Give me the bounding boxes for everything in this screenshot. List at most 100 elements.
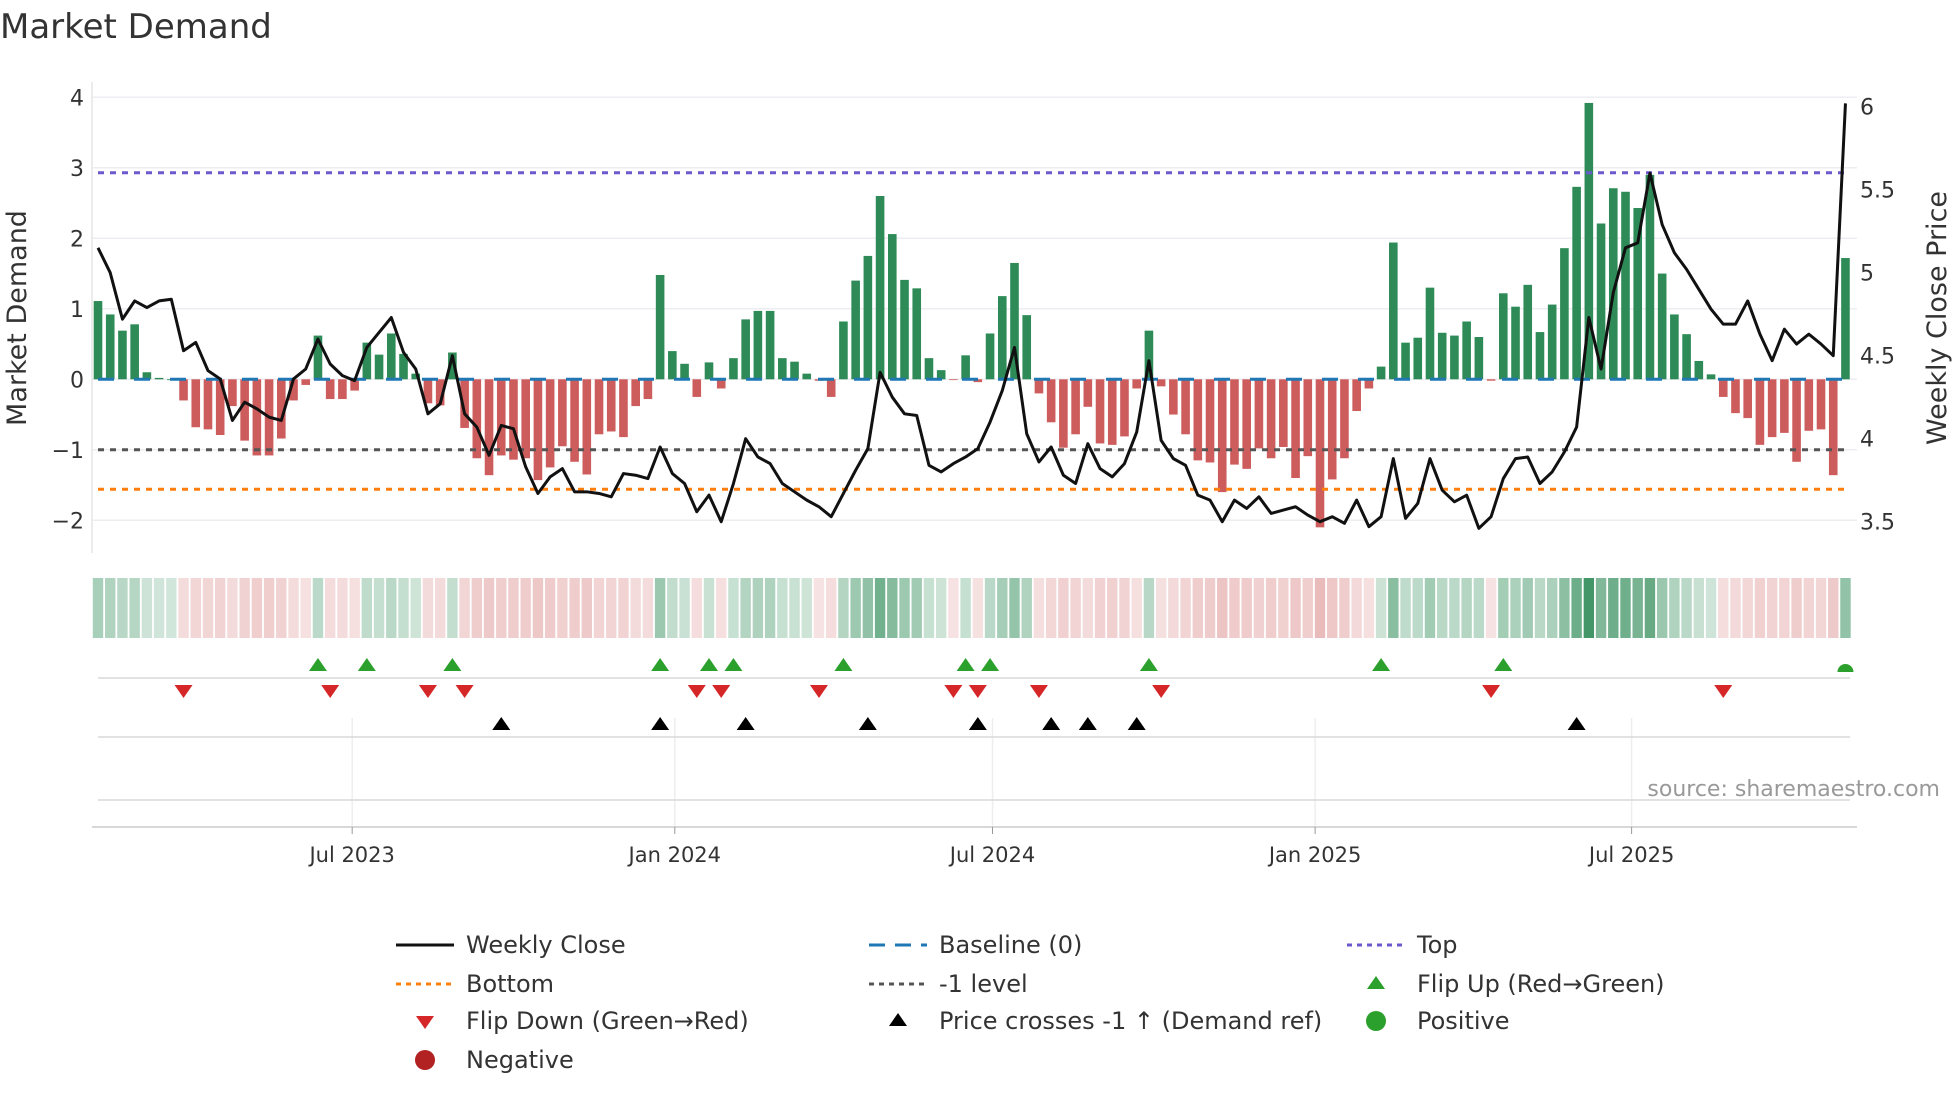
demand-bar (949, 379, 958, 381)
flip-up-marker (834, 658, 853, 671)
heat-cell (1522, 578, 1533, 638)
heat-cell (1412, 578, 1423, 638)
flip-up-marker (443, 658, 462, 671)
heat-cell (1595, 578, 1607, 638)
heat-cell (1253, 578, 1265, 638)
demand-bar (851, 280, 860, 380)
heat-cell (1180, 578, 1191, 638)
demand-bar (1242, 379, 1251, 469)
demand-bar (130, 324, 139, 380)
heat-cell (740, 578, 751, 638)
y2-tick-label: 5 (1860, 262, 1874, 287)
flip-down-marker (712, 685, 731, 698)
heat-cell (1485, 578, 1497, 638)
demand-bar (826, 379, 836, 397)
demand-bar (93, 301, 103, 380)
heat-cell (1021, 578, 1032, 638)
demand-bar (619, 379, 628, 438)
heat-cell (1840, 578, 1851, 638)
y-tick-label: 4 (70, 86, 84, 111)
heat-cell (984, 578, 996, 638)
demand-bar (594, 379, 604, 435)
heat-cell (1828, 578, 1839, 638)
demand-bar (643, 379, 653, 400)
heat-cell (1534, 578, 1546, 638)
heat-cell (960, 578, 971, 638)
heat-cell (1571, 578, 1582, 638)
heat-cell (850, 578, 861, 638)
flip-down-marker (321, 685, 340, 698)
heat-cell (1473, 578, 1485, 638)
heat-cell (691, 578, 702, 638)
demand-bar (1120, 379, 1129, 437)
heat-cell (1559, 578, 1570, 638)
demand-bar (154, 377, 164, 380)
demand-bar (1718, 379, 1728, 397)
legend-positive-icon (1366, 1011, 1386, 1031)
demand-bar (1413, 337, 1423, 380)
heat-cell (703, 578, 715, 638)
heat-cell (1510, 578, 1521, 638)
demand-bar (680, 363, 689, 380)
demand-bar (802, 373, 812, 380)
legend-bottom-label: Bottom (466, 970, 554, 998)
heat-cell (153, 578, 165, 638)
demand-bar (1095, 379, 1105, 444)
legend-weekly-close-label: Weekly Close (466, 931, 626, 959)
legend: Weekly Close Baseline (0) Top Bottom -1 leve… (396, 931, 1665, 1074)
flip-up-marker (357, 658, 376, 671)
heat-cell (1388, 578, 1399, 638)
heat-cell (1290, 578, 1301, 638)
legend-flip-down-green-red-icon (416, 1016, 434, 1029)
demand-bar (1511, 306, 1520, 380)
flip-down-marker (687, 685, 706, 698)
heat-cell (972, 578, 984, 638)
demand-bar (1486, 379, 1496, 381)
demand-bar (1572, 186, 1581, 380)
demand-bar (1376, 366, 1386, 380)
heat-cell (1693, 578, 1705, 638)
demand-bar (1535, 332, 1545, 380)
flip-down-marker (1152, 685, 1171, 698)
price-cross-marker (651, 717, 670, 730)
flip-down-marker (1714, 685, 1733, 698)
positive-marker (1837, 664, 1854, 672)
demand-bar (118, 330, 127, 380)
heat-cell (1204, 578, 1216, 638)
demand-bar (753, 310, 763, 380)
demand-bar (1107, 379, 1117, 445)
heat-cell (141, 578, 153, 638)
heat-cell (508, 578, 519, 638)
legend-flip-up-red-green-label: Flip Up (Red→Green) (1417, 970, 1665, 998)
demand-bar (325, 379, 335, 400)
heat-cell (1375, 578, 1387, 638)
x-tick-label: Jan 2025 (1267, 843, 1362, 867)
demand-bar (496, 379, 506, 456)
demand-bar (1816, 379, 1826, 430)
demand-bar (1266, 379, 1276, 459)
flip-down-marker (809, 685, 828, 698)
demand-bar (240, 379, 249, 441)
heat-cell (496, 578, 507, 638)
demand-bar (105, 314, 115, 380)
demand-bar (1731, 379, 1740, 414)
heat-cell (911, 578, 922, 638)
heat-cell (532, 578, 544, 638)
heat-cell (471, 578, 483, 638)
demand-bar (179, 379, 188, 401)
heat-cell (1779, 578, 1790, 638)
demand-bar (985, 333, 995, 380)
demand-bar (1034, 379, 1044, 394)
demand-bar (692, 379, 702, 397)
heat-cell (1351, 578, 1362, 638)
price-cross-marker (736, 717, 755, 730)
demand-bar (900, 279, 909, 380)
y-tick-label: 1 (70, 298, 84, 323)
x-tick-label: Jul 2023 (307, 843, 394, 867)
heat-cell (752, 578, 764, 638)
demand-bar (1670, 314, 1679, 380)
demand-bar (912, 288, 922, 380)
demand-bar (1315, 379, 1325, 528)
demand-bar (1340, 379, 1349, 459)
demand-bar (228, 379, 237, 407)
